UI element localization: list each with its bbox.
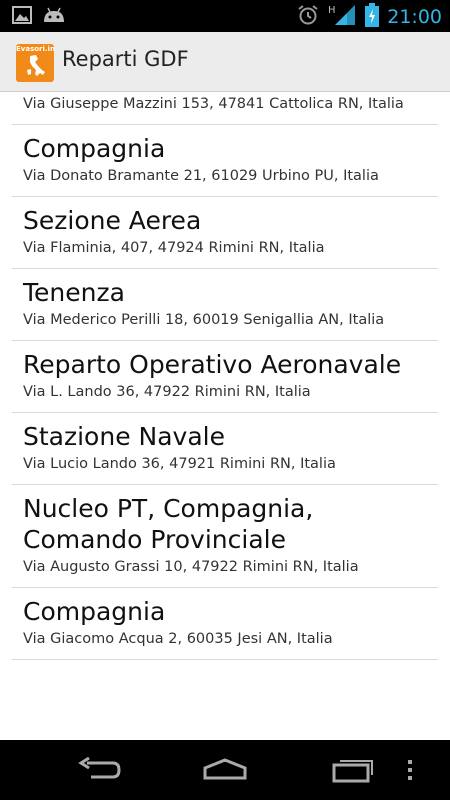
list-item[interactable]: Compagnia Via Giacomo Acqua 2, 60035 Jes… — [12, 588, 438, 660]
back-button[interactable] — [70, 752, 130, 788]
status-bar: H 21:00 — [0, 0, 450, 32]
app-icon[interactable]: Evasori.info — [16, 44, 54, 82]
overflow-menu-icon — [408, 760, 412, 780]
list-item[interactable]: Sezione Aerea Via Flaminia, 407, 47924 R… — [12, 197, 438, 269]
list-item-title: Compagnia — [23, 134, 166, 163]
list-item-address: Via L. Lando 36, 47922 Rimini RN, Italia — [23, 384, 311, 400]
list-item-address: Via Giacomo Acqua 2, 60035 Jesi AN, Ital… — [23, 631, 333, 647]
app-icon-label: Evasori.info — [16, 45, 54, 53]
list-item-title: Reparto Operativo Aeronavale — [23, 350, 402, 379]
list-item[interactable]: Stazione Navale Via Lucio Lando 36, 4792… — [12, 413, 438, 485]
list-item-title: Stazione Navale — [23, 422, 225, 451]
home-icon — [203, 758, 247, 780]
list-item-address: Via Giuseppe Mazzini 153, 47841 Cattolic… — [23, 96, 404, 112]
list-item-address: Via Mederico Perilli 18, 60019 Senigalli… — [23, 312, 385, 328]
back-icon — [78, 757, 121, 779]
list-item[interactable]: Tenenza Via Mederico Perilli 18, 60019 S… — [12, 269, 438, 341]
clock: 21:00 — [387, 6, 442, 28]
list-item-title: Compagnia — [23, 597, 166, 626]
alarm-icon — [297, 4, 319, 30]
battery-charging-icon — [365, 3, 380, 31]
android-icon — [42, 6, 66, 28]
page-title: Reparti GDF — [62, 47, 189, 71]
list-item-title: Tenenza — [23, 278, 125, 307]
action-bar: Evasori.info Reparti GDF — [0, 32, 450, 92]
recent-apps-button[interactable] — [322, 752, 382, 788]
signal-icon: H — [327, 3, 357, 31]
list-item-address: Via Augusto Grassi 10, 47922 Rimini RN, … — [23, 559, 359, 575]
list-item-address: Via Lucio Lando 36, 47921 Rimini RN, Ita… — [23, 456, 336, 472]
navigation-bar — [0, 740, 450, 800]
list-item-title: Sezione Aerea — [23, 206, 202, 235]
list-item[interactable]: Nucleo PT, Compagnia, Comando Provincial… — [12, 485, 438, 588]
list-item[interactable]: Compagnia Via Donato Bramante 21, 61029 … — [12, 125, 438, 197]
station-list[interactable]: Via Giuseppe Mazzini 153, 47841 Cattolic… — [0, 92, 450, 740]
list-item-address: Via Donato Bramante 21, 61029 Urbino PU,… — [23, 168, 379, 184]
list-item[interactable]: Reparto Operativo Aeronavale Via L. Land… — [12, 341, 438, 413]
list-item-address: Via Flaminia, 407, 47924 Rimini RN, Ital… — [23, 240, 325, 256]
home-button[interactable] — [195, 752, 255, 788]
list-item[interactable]: Via Giuseppe Mazzini 153, 47841 Cattolic… — [12, 92, 438, 125]
overflow-menu-button[interactable] — [398, 752, 422, 788]
image-icon — [12, 6, 32, 28]
network-type-label: H — [328, 5, 336, 16]
recent-apps-icon — [332, 760, 373, 783]
list-item-title: Nucleo PT, Compagnia, Comando Provincial… — [23, 494, 314, 554]
